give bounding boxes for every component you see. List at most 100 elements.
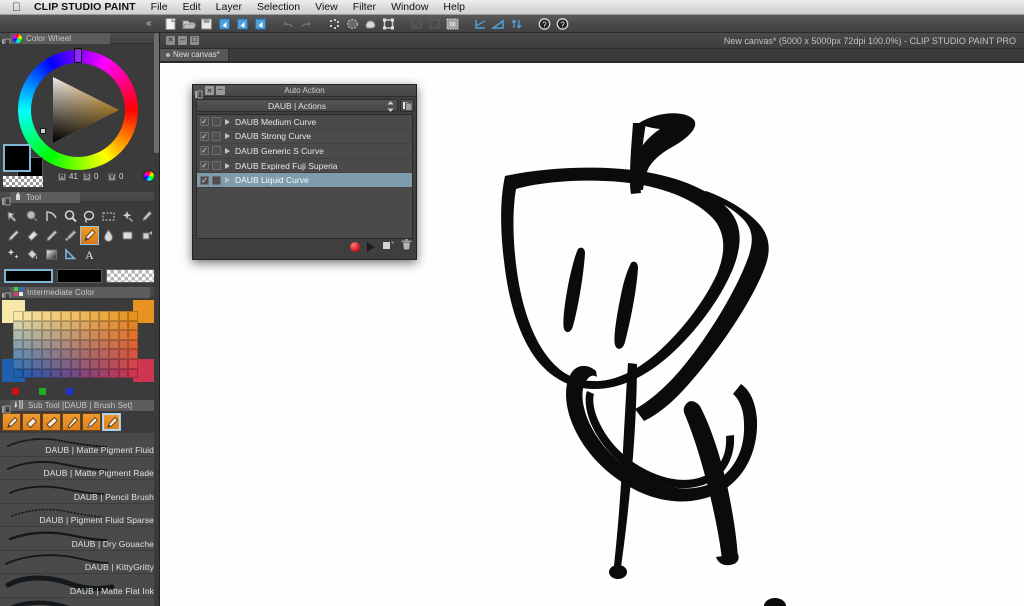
- zoom-tool[interactable]: [61, 207, 80, 226]
- menu-edit[interactable]: Edit: [183, 1, 201, 13]
- selection-border-icon[interactable]: [445, 17, 460, 31]
- sub-tool-scroll-thumb[interactable]: [154, 33, 159, 153]
- blend-tool[interactable]: [42, 226, 61, 245]
- undo-icon[interactable]: [281, 17, 296, 31]
- intermediate-color-cell[interactable]: [41, 368, 52, 379]
- intermediate-color-cell[interactable]: [89, 339, 100, 350]
- redo-arrow-icon[interactable]: [235, 17, 250, 31]
- collapse-chevron-icon[interactable]: «: [146, 18, 152, 30]
- intermediate-color-cell[interactable]: [99, 368, 109, 379]
- auto-action-dialog-checkbox[interactable]: [212, 131, 221, 141]
- intermediate-color-cell[interactable]: [108, 320, 119, 331]
- hue-value[interactable]: 41: [69, 172, 80, 181]
- intermediate-color-cell[interactable]: [70, 339, 81, 350]
- auto-action-enable-checkbox[interactable]: ✓: [200, 175, 209, 185]
- intermediate-color-cell[interactable]: [80, 330, 90, 340]
- menu-help[interactable]: Help: [443, 1, 465, 13]
- intermediate-color-cell[interactable]: [22, 358, 33, 369]
- preset-dot-blue[interactable]: [66, 388, 73, 395]
- intermediate-color-cell[interactable]: [60, 358, 71, 369]
- intermediate-color-cell[interactable]: [32, 368, 42, 379]
- panel-grip-icon[interactable]: [2, 34, 11, 46]
- intermediate-color-cell[interactable]: [128, 311, 138, 321]
- intermediate-color-cell[interactable]: [118, 339, 129, 350]
- intermediate-color-cell[interactable]: [60, 330, 71, 340]
- sub-tool-panel-header[interactable]: Sub Tool [DAUB | Brush Set]: [0, 400, 159, 413]
- intermediate-color-cell[interactable]: [99, 349, 109, 359]
- intermediate-color-cell[interactable]: [108, 311, 119, 321]
- preset-dot-green[interactable]: [39, 388, 46, 395]
- blur-tool[interactable]: [99, 226, 118, 245]
- intermediate-color-cell[interactable]: [60, 320, 71, 331]
- intermediate-color-cell[interactable]: [13, 330, 23, 340]
- main-color-swatch[interactable]: [4, 269, 53, 283]
- intermediate-color-cell[interactable]: [22, 368, 33, 379]
- clear-icon[interactable]: [409, 17, 424, 31]
- intermediate-color-cell[interactable]: [99, 330, 109, 340]
- object-tool[interactable]: [42, 207, 61, 226]
- lasso-tool[interactable]: [80, 207, 99, 226]
- intermediate-color-cell[interactable]: [51, 330, 61, 340]
- auto-action-row[interactable]: ✓ DAUB Expired Fuji Superia: [197, 159, 412, 174]
- redo-icon[interactable]: [299, 17, 314, 31]
- eraser-tool[interactable]: [23, 226, 42, 245]
- intermediate-color-cell[interactable]: [41, 358, 52, 369]
- intermediate-color-grid[interactable]: [13, 311, 138, 379]
- hue-marker[interactable]: [74, 48, 82, 63]
- new-action-button[interactable]: [382, 238, 394, 256]
- auto-action-panel[interactable]: ✕ ─ Auto Action DAUB | Actions ✓ DAUB Med…: [192, 84, 417, 260]
- intermediate-color-cell[interactable]: [41, 320, 52, 331]
- intermediate-color-cell[interactable]: [70, 368, 81, 379]
- intermediate-color-cell[interactable]: [32, 330, 42, 340]
- brush-tool[interactable]: [80, 226, 99, 245]
- intermediate-color-cell[interactable]: [70, 358, 81, 369]
- transform-icon[interactable]: [381, 17, 396, 31]
- tool-panel-header[interactable]: Tool: [0, 192, 159, 205]
- sub-tool-item[interactable]: DAUB | Dry Gouache: [0, 527, 159, 551]
- sub-color-swatch[interactable]: [57, 269, 103, 283]
- brush-cat-3-icon[interactable]: [42, 413, 61, 431]
- play-button[interactable]: [367, 242, 375, 252]
- figure-tool[interactable]: [61, 245, 80, 264]
- auto-action-dialog-checkbox[interactable]: [212, 117, 221, 127]
- menu-layer[interactable]: Layer: [216, 1, 242, 13]
- foreground-background-swatches[interactable]: [3, 144, 45, 187]
- expand-triangle-icon[interactable]: [225, 162, 230, 169]
- auto-action-enable-checkbox[interactable]: ✓: [200, 117, 209, 127]
- intermediate-color-cell[interactable]: [70, 349, 81, 359]
- intermediate-color-cell[interactable]: [41, 311, 52, 321]
- intermediate-color-cell[interactable]: [60, 368, 71, 379]
- expand-triangle-icon[interactable]: [225, 177, 230, 184]
- save-icon[interactable]: [199, 17, 214, 31]
- decoration-tool[interactable]: [4, 245, 23, 264]
- intermediate-color-cell[interactable]: [32, 358, 42, 369]
- intermediate-color-cell[interactable]: [99, 358, 109, 369]
- intermediate-color-cell[interactable]: [13, 368, 23, 379]
- brush-cat-5-icon[interactable]: [82, 413, 101, 431]
- intermediate-color-cell[interactable]: [41, 349, 52, 359]
- intermediate-color-cell[interactable]: [108, 339, 119, 350]
- auto-action-titlebar[interactable]: ✕ ─ Auto Action: [193, 85, 416, 99]
- rect-select-tool[interactable]: [99, 207, 118, 226]
- auto-action-dialog-checkbox[interactable]: [212, 146, 221, 156]
- paste-icon[interactable]: [253, 17, 268, 31]
- preset-dot-red[interactable]: [12, 388, 19, 395]
- auto-action-row[interactable]: ✓ DAUB Generic S Curve: [197, 144, 412, 159]
- auto-action-dialog-checkbox[interactable]: [212, 175, 221, 185]
- sv-handle[interactable]: [40, 128, 46, 134]
- intermediate-color-cell[interactable]: [13, 349, 23, 359]
- auto-action-list[interactable]: ✓ DAUB Medium Curve ✓ DAUB Strong Curve ✓ DAU…: [196, 114, 413, 239]
- intermediate-color-cell[interactable]: [128, 330, 138, 340]
- intermediate-color-cell[interactable]: [128, 349, 138, 359]
- intermediate-color-cell[interactable]: [118, 368, 129, 379]
- menu-view[interactable]: View: [315, 1, 338, 13]
- auto-action-dialog-checkbox[interactable]: [212, 161, 221, 171]
- intermediate-color-cell[interactable]: [118, 349, 129, 359]
- intermediate-color-cell[interactable]: [51, 358, 61, 369]
- text-tool[interactable]: A: [80, 245, 99, 264]
- intermediate-color-cell[interactable]: [89, 368, 100, 379]
- intermediate-color-cell[interactable]: [80, 349, 90, 359]
- intermediate-color-cell[interactable]: [80, 368, 90, 379]
- intermediate-color-cell[interactable]: [32, 349, 42, 359]
- intermediate-color-cell[interactable]: [80, 320, 90, 331]
